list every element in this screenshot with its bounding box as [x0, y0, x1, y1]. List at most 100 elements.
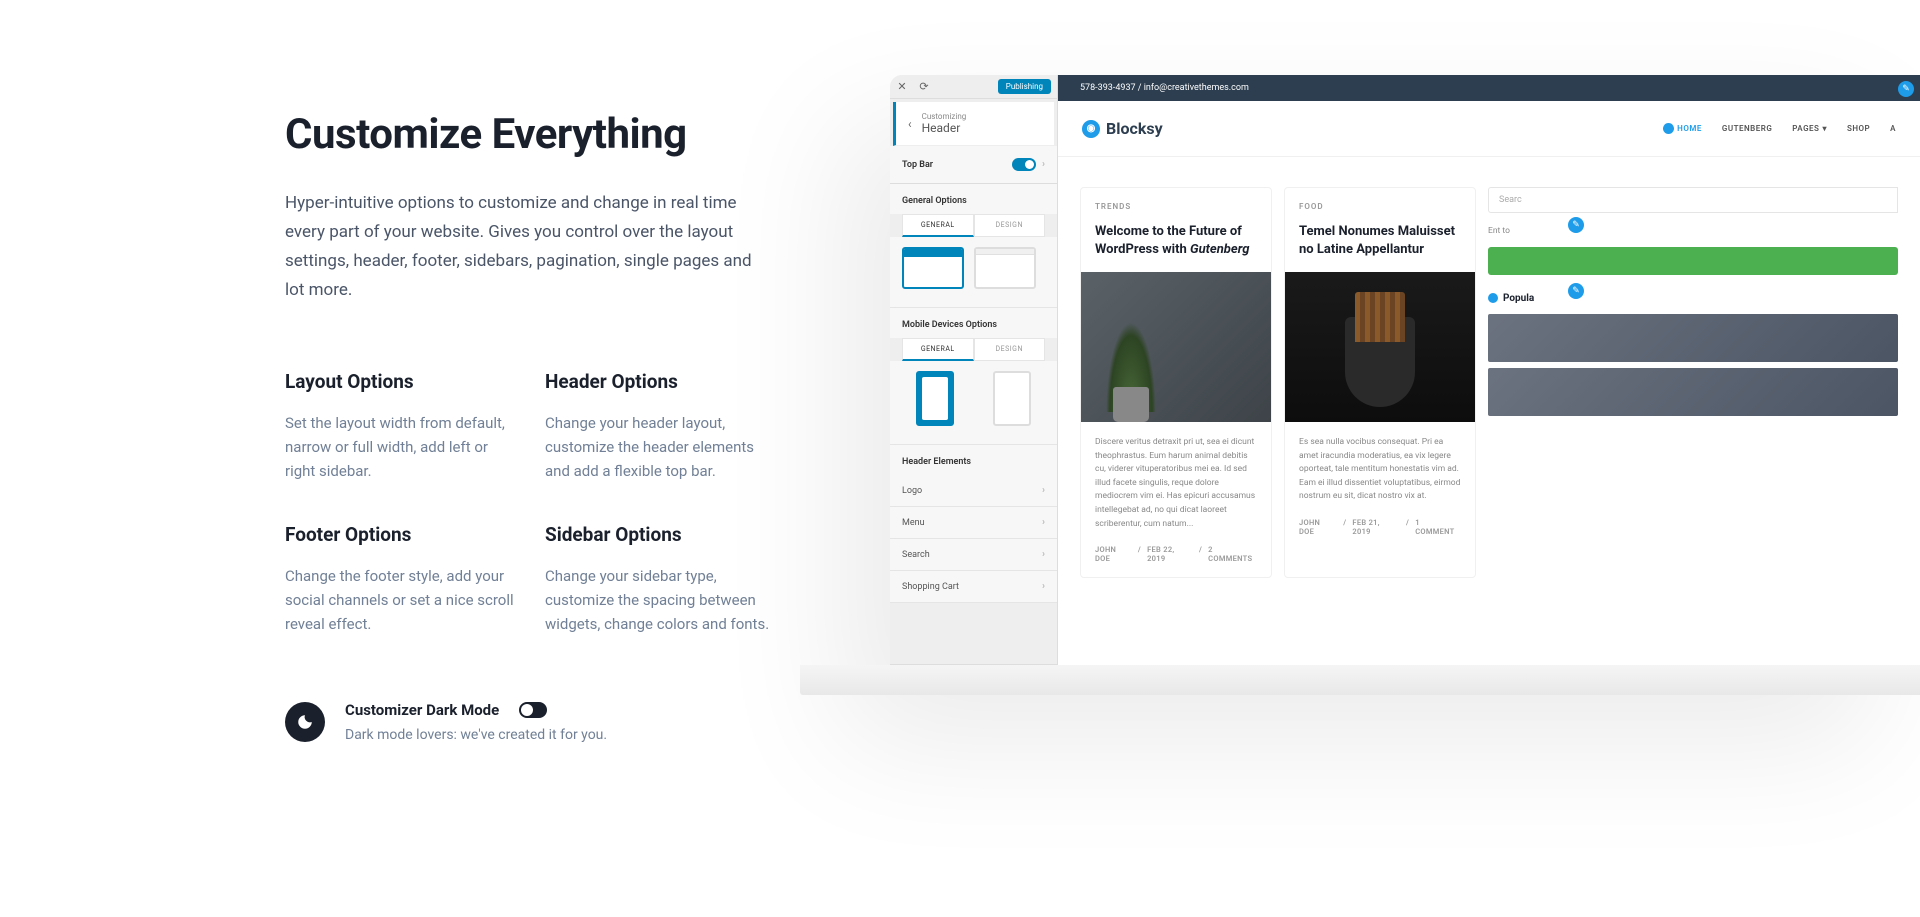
post-image	[1081, 272, 1271, 422]
menu-gutenberg[interactable]: GUTENBERG	[1722, 123, 1772, 134]
general-tabs: GENERAL DESIGN	[902, 214, 1045, 237]
post-author: JOHN DOE	[1299, 518, 1337, 536]
customizer-panel: ✕ ⟳ Publishing ‹ Customizing Header Top …	[890, 75, 1058, 695]
content-section: Customize Everything Hyper-intuitive opt…	[285, 110, 785, 743]
edit-shortcut-icon[interactable]: ✎	[1898, 81, 1914, 97]
mobile-thumbs	[890, 361, 1057, 444]
customizer-mockup: ✕ ⟳ Publishing ‹ Customizing Header Top …	[890, 75, 1920, 695]
menu-pages[interactable]: PAGES ▾	[1792, 123, 1827, 134]
moon-icon	[296, 713, 314, 731]
feature-desc: Change your header layout, customize the…	[545, 411, 775, 483]
site-logo[interactable]: ◉ Blocksy	[1082, 119, 1163, 138]
chevron-right-icon: ›	[1042, 549, 1045, 560]
publish-button[interactable]: Publishing	[998, 79, 1051, 94]
active-indicator	[1663, 123, 1674, 134]
tab-general-mobile[interactable]: GENERAL	[902, 338, 974, 361]
menu-shop[interactable]: SHOP	[1847, 123, 1870, 134]
feature-sidebar: Sidebar Options Change your sidebar type…	[545, 523, 785, 636]
feature-title: Header Options	[545, 370, 785, 393]
popular-heading: Popula	[1488, 293, 1898, 304]
site-topbar: 578-393-4937 / info@creativethemes.com	[1058, 75, 1920, 101]
back-icon[interactable]: ‹	[908, 117, 912, 131]
layout-thumb-2[interactable]	[974, 247, 1036, 289]
post-title: Temel Nonumes Maluisset no Latine Appell…	[1285, 211, 1475, 272]
bullet-icon	[1488, 293, 1498, 303]
popular-thumb[interactable]	[1488, 314, 1898, 362]
tab-design[interactable]: DESIGN	[974, 214, 1046, 237]
customizer-header: ‹ Customizing Header	[893, 102, 1054, 146]
top-bar-row[interactable]: Top Bar ›	[890, 146, 1057, 184]
laptop-base	[800, 665, 1920, 695]
post-card[interactable]: FOOD Temel Nonumes Maluisset no Latine A…	[1284, 187, 1476, 578]
dark-mode-desc: Dark mode lovers: we've created it for y…	[345, 727, 785, 743]
post-card[interactable]: TRENDS Welcome to the Future of WordPres…	[1080, 187, 1272, 578]
post-comments: 1 COMMENT	[1415, 518, 1461, 536]
edit-shortcut-icon[interactable]: ✎	[1568, 283, 1584, 299]
customizing-label: Customizing	[922, 112, 1042, 121]
dark-mode-section: Customizer Dark Mode Dark mode lovers: w…	[285, 701, 785, 743]
preview-area: ✎ 578-393-4937 / info@creativethemes.com…	[1058, 75, 1920, 695]
feature-footer: Footer Options Change the footer style, …	[285, 523, 525, 636]
section-title: Header	[922, 121, 1042, 135]
tab-design-mobile[interactable]: DESIGN	[974, 338, 1046, 361]
item-logo[interactable]: Logo›	[890, 475, 1057, 507]
subscribe-button[interactable]	[1488, 247, 1898, 275]
header-elements-heading: Header Elements	[890, 444, 1057, 475]
post-title: Welcome to the Future of WordPress with …	[1081, 211, 1271, 272]
content-area: TRENDS Welcome to the Future of WordPres…	[1058, 157, 1920, 608]
search-widget: Searc	[1488, 187, 1898, 213]
mobile-options-heading: Mobile Devices Options	[890, 307, 1057, 338]
post-comments: 2 COMMENTS	[1208, 545, 1257, 563]
post-image	[1285, 272, 1475, 422]
chevron-right-icon: ›	[1042, 581, 1045, 592]
item-cart[interactable]: Shopping Cart›	[890, 571, 1057, 603]
layout-thumbs	[890, 237, 1057, 307]
post-category: FOOD	[1285, 188, 1475, 211]
refresh-icon[interactable]: ⟳	[918, 81, 930, 93]
post-date: FEB 21, 2019	[1352, 518, 1400, 536]
dark-mode-toggle[interactable]	[519, 702, 547, 718]
contact-info: 578-393-4937 / info@creativethemes.com	[1080, 83, 1249, 93]
general-options-heading: General Options	[890, 184, 1057, 214]
logo-icon: ◉	[1082, 120, 1100, 138]
top-bar-toggle[interactable]	[1012, 158, 1036, 171]
menu-home[interactable]: HOME	[1663, 123, 1702, 134]
close-icon[interactable]: ✕	[896, 81, 908, 93]
feature-desc: Change the footer style, add your social…	[285, 564, 515, 636]
post-date: FEB 22, 2019	[1147, 545, 1193, 563]
top-bar-label: Top Bar	[902, 160, 933, 170]
mobile-thumb-1[interactable]	[916, 371, 954, 426]
post-author: JOHN DOE	[1095, 545, 1132, 563]
customizer-toolbar: ✕ ⟳ Publishing	[890, 75, 1057, 99]
feature-title: Sidebar Options	[545, 523, 785, 546]
post-excerpt: Es sea nulla vocibus consequat. Pri ea a…	[1285, 422, 1475, 518]
mobile-tabs: GENERAL DESIGN	[902, 338, 1045, 361]
layout-thumb-1[interactable]	[902, 247, 964, 289]
sidebar-text: Ent to	[1488, 225, 1898, 239]
feature-desc: Change your sidebar type, customize the …	[545, 564, 775, 636]
post-excerpt: Discere veritus detraxit pri ut, sea ei …	[1081, 422, 1271, 545]
tab-general[interactable]: GENERAL	[902, 214, 974, 237]
dark-mode-title: Customizer Dark Mode	[345, 701, 499, 719]
item-menu[interactable]: Menu›	[890, 507, 1057, 539]
brand-name: Blocksy	[1106, 119, 1163, 138]
moon-badge	[285, 702, 325, 742]
main-menu: HOME GUTENBERG PAGES ▾ SHOP A	[1663, 123, 1896, 134]
features-grid: Layout Options Set the layout width from…	[285, 370, 785, 636]
feature-title: Layout Options	[285, 370, 525, 393]
feature-desc: Set the layout width from default, narro…	[285, 411, 515, 483]
item-search[interactable]: Search›	[890, 539, 1057, 571]
edit-shortcut-icon[interactable]: ✎	[1568, 217, 1584, 233]
feature-header: Header Options Change your header layout…	[545, 370, 785, 483]
chevron-right-icon: ›	[1042, 159, 1045, 170]
popular-thumb[interactable]	[1488, 368, 1898, 416]
menu-more[interactable]: A	[1890, 123, 1896, 134]
main-heading: Customize Everything	[285, 110, 785, 159]
feature-title: Footer Options	[285, 523, 525, 546]
subtitle: Hyper-intuitive options to customize and…	[285, 189, 775, 305]
search-input[interactable]: Searc	[1488, 187, 1898, 213]
feature-layout: Layout Options Set the layout width from…	[285, 370, 525, 483]
post-meta: JOHN DOE/ FEB 21, 2019/ 1 COMMENT	[1285, 518, 1475, 550]
post-meta: JOHN DOE/ FEB 22, 2019/ 2 COMMENTS	[1081, 545, 1271, 577]
mobile-thumb-2[interactable]	[993, 371, 1031, 426]
